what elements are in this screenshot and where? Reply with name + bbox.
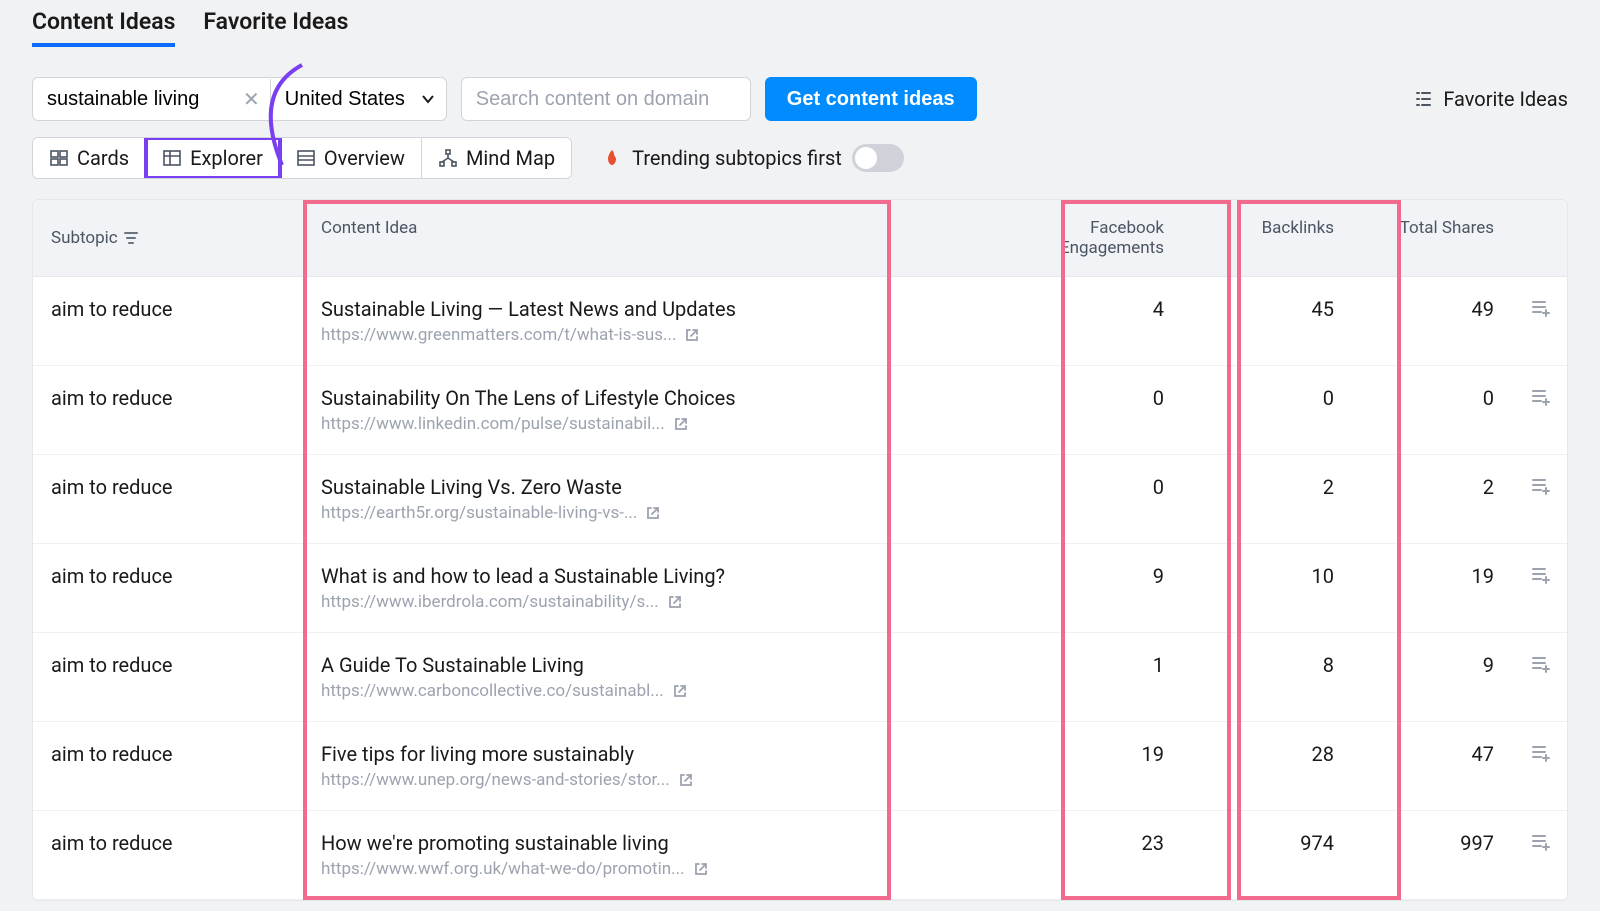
favorite-ideas-label: Favorite Ideas <box>1443 87 1568 111</box>
add-to-list-icon[interactable] <box>1530 653 1552 675</box>
view-explorer-button[interactable]: Explorer <box>146 138 280 178</box>
cell-backlinks: 45 <box>1182 297 1352 321</box>
clear-topic-icon[interactable]: ✕ <box>233 87 270 111</box>
cell-fb-engagements: 0 <box>1012 475 1182 499</box>
external-link-icon[interactable] <box>684 327 700 343</box>
cell-idea-url[interactable]: https://www.wwf.org.uk/what-we-do/promot… <box>321 859 994 879</box>
table-row: aim to reduce How we're promoting sustain… <box>33 811 1567 900</box>
cell-idea-title[interactable]: Sustainable Living — Latest News and Upd… <box>321 297 994 321</box>
cell-backlinks: 0 <box>1182 386 1352 410</box>
cell-fb-engagements: 1 <box>1012 653 1182 677</box>
cell-idea-url[interactable]: https://www.carboncollective.co/sustaina… <box>321 681 994 701</box>
external-link-icon[interactable] <box>673 416 689 432</box>
cell-idea-url[interactable]: https://www.linkedin.com/pulse/sustainab… <box>321 414 994 434</box>
cell-subtopic: aim to reduce <box>33 831 303 855</box>
external-link-icon[interactable] <box>645 505 661 521</box>
mindmap-icon <box>438 148 458 168</box>
add-to-list-icon[interactable] <box>1530 475 1552 497</box>
external-link-icon[interactable] <box>693 861 709 877</box>
cell-idea-title[interactable]: What is and how to lead a Sustainable Li… <box>321 564 994 588</box>
add-to-list-icon[interactable] <box>1530 564 1552 586</box>
col-subtopic-header[interactable]: Subtopic <box>51 228 118 248</box>
explorer-icon <box>162 148 182 168</box>
cell-subtopic: aim to reduce <box>33 742 303 766</box>
view-explorer-label: Explorer <box>190 146 263 170</box>
cell-idea-url[interactable]: https://www.unep.org/news-and-stories/st… <box>321 770 994 790</box>
trending-label: Trending subtopics first <box>632 146 842 170</box>
trending-toggle[interactable] <box>852 144 904 172</box>
cell-total-shares: 19 <box>1352 564 1512 588</box>
col-total-shares-header[interactable]: Total Shares <box>1352 218 1512 258</box>
cell-backlinks: 2 <box>1182 475 1352 499</box>
cell-total-shares: 0 <box>1352 386 1512 410</box>
table-row: aim to reduce What is and how to lead a S… <box>33 544 1567 633</box>
add-to-list-icon[interactable] <box>1530 742 1552 764</box>
cell-idea-url[interactable]: https://www.iberdrola.com/sustainability… <box>321 592 994 612</box>
cell-subtopic: aim to reduce <box>33 475 303 499</box>
table-row: aim to reduce A Guide To Sustainable Livi… <box>33 633 1567 722</box>
tab-content-ideas[interactable]: Content Ideas <box>32 8 175 47</box>
filter-icon[interactable] <box>124 231 138 245</box>
cell-fb-engagements: 19 <box>1012 742 1182 766</box>
cell-fb-engagements: 9 <box>1012 564 1182 588</box>
table-row: aim to reduce Sustainable Living Vs. Zero… <box>33 455 1567 544</box>
favorite-ideas-link[interactable]: Favorite Ideas <box>1413 87 1568 111</box>
get-content-ideas-button[interactable]: Get content ideas <box>765 77 977 121</box>
cell-fb-engagements: 0 <box>1012 386 1182 410</box>
table-row: aim to reduce Sustainability On The Lens … <box>33 366 1567 455</box>
cell-fb-engagements: 4 <box>1012 297 1182 321</box>
fire-icon <box>602 148 622 168</box>
overview-icon <box>296 148 316 168</box>
cell-backlinks: 28 <box>1182 742 1352 766</box>
col-content-idea-header[interactable]: Content Idea <box>303 218 1012 258</box>
external-link-icon[interactable] <box>672 683 688 699</box>
cell-idea-url[interactable]: https://earth5r.org/sustainable-living-v… <box>321 503 994 523</box>
cell-total-shares: 997 <box>1352 831 1512 855</box>
domain-search-input[interactable] <box>461 77 751 121</box>
cell-subtopic: aim to reduce <box>33 297 303 321</box>
country-select[interactable]: United States <box>271 79 446 119</box>
table-row: aim to reduce Sustainable Living — Latest… <box>33 277 1567 366</box>
list-icon <box>1413 89 1433 109</box>
cell-fb-engagements: 23 <box>1012 831 1182 855</box>
view-cards-button[interactable]: Cards <box>33 138 146 178</box>
cell-subtopic: aim to reduce <box>33 653 303 677</box>
cell-idea-title[interactable]: How we're promoting sustainable living <box>321 831 994 855</box>
table-row: aim to reduce Five tips for living more s… <box>33 722 1567 811</box>
view-cards-label: Cards <box>77 146 129 170</box>
cell-backlinks: 974 <box>1182 831 1352 855</box>
cell-idea-title[interactable]: Five tips for living more sustainably <box>321 742 994 766</box>
cell-total-shares: 47 <box>1352 742 1512 766</box>
external-link-icon[interactable] <box>667 594 683 610</box>
add-to-list-icon[interactable] <box>1530 297 1552 319</box>
cell-idea-title[interactable]: A Guide To Sustainable Living <box>321 653 994 677</box>
cell-idea-title[interactable]: Sustainable Living Vs. Zero Waste <box>321 475 994 499</box>
add-to-list-icon[interactable] <box>1530 831 1552 853</box>
external-link-icon[interactable] <box>678 772 694 788</box>
cell-backlinks: 8 <box>1182 653 1352 677</box>
cell-idea-url[interactable]: https://www.greenmatters.com/t/what-is-s… <box>321 325 994 345</box>
cell-total-shares: 49 <box>1352 297 1512 321</box>
view-mindmap-label: Mind Map <box>466 146 555 170</box>
cell-total-shares: 2 <box>1352 475 1512 499</box>
cell-subtopic: aim to reduce <box>33 564 303 588</box>
cards-icon <box>49 148 69 168</box>
col-backlinks-header[interactable]: Backlinks <box>1182 218 1352 258</box>
cell-total-shares: 9 <box>1352 653 1512 677</box>
view-mindmap-button[interactable]: Mind Map <box>422 138 571 178</box>
tab-favorite-ideas[interactable]: Favorite Ideas <box>203 8 348 47</box>
cell-subtopic: aim to reduce <box>33 386 303 410</box>
view-overview-label: Overview <box>324 146 405 170</box>
view-overview-button[interactable]: Overview <box>280 138 422 178</box>
cell-idea-title[interactable]: Sustainability On The Lens of Lifestyle … <box>321 386 994 410</box>
topic-input[interactable] <box>33 88 233 111</box>
cell-backlinks: 10 <box>1182 564 1352 588</box>
add-to-list-icon[interactable] <box>1530 386 1552 408</box>
col-facebook-header[interactable]: FacebookEngagements <box>1012 218 1182 258</box>
